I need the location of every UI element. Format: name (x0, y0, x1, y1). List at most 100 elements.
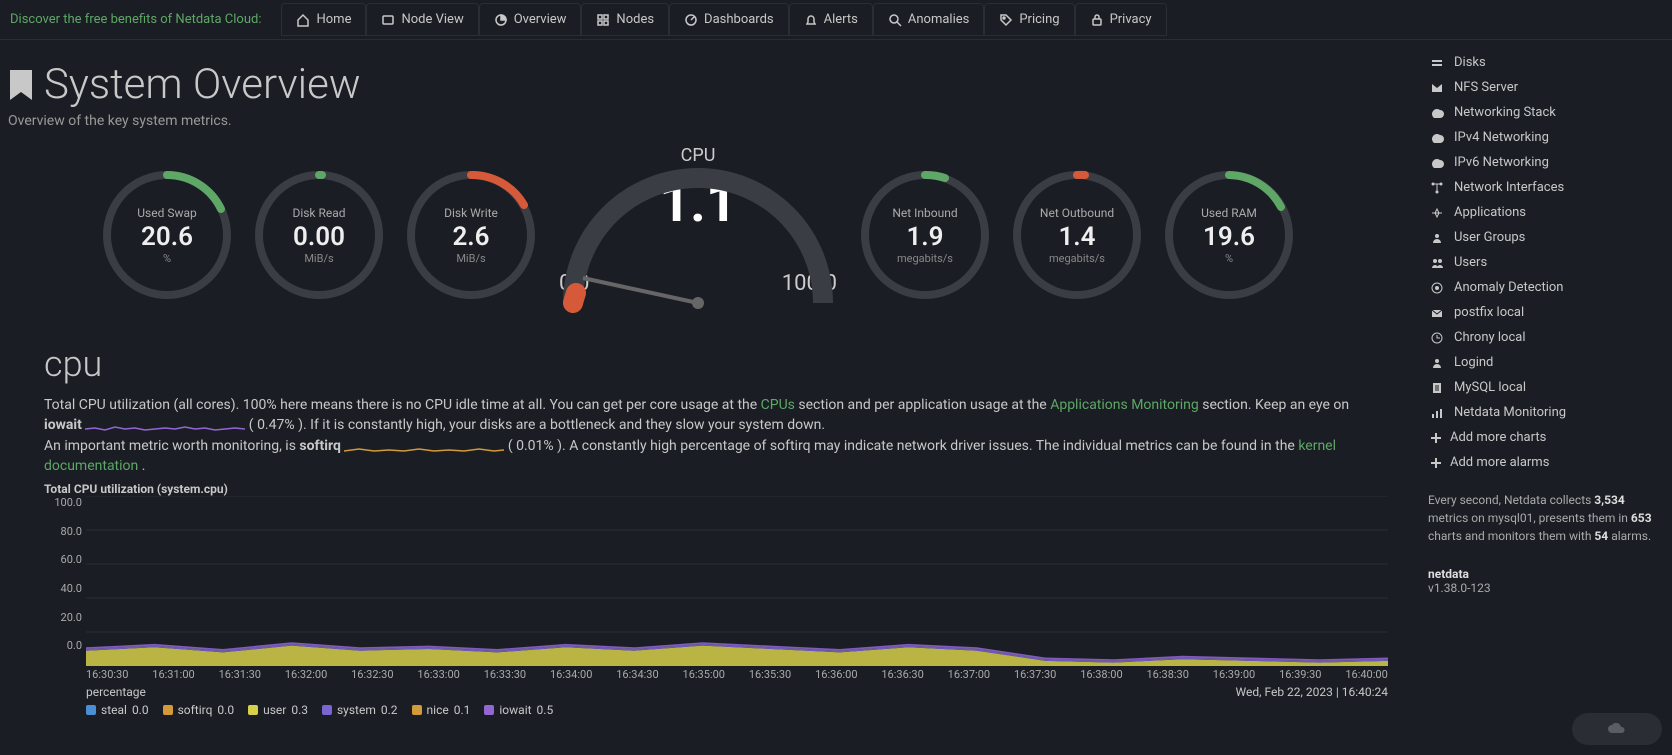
sidebar-item-label: User Groups (1454, 230, 1525, 245)
nav-tab-node-view[interactable]: Node View (366, 3, 478, 36)
gauge-used-swap[interactable]: Used Swap 20.6 % (97, 165, 237, 305)
legend-value: 0.0 (217, 703, 234, 717)
nav-tabs: Home Node View Overview Nodes Dashboards… (281, 3, 1166, 36)
sidebar-item-netdata-monitoring[interactable]: Netdata Monitoring (1428, 400, 1656, 425)
nav-tab-alerts[interactable]: Alerts (789, 3, 873, 36)
legend-item-steal[interactable]: steal 0.0 (86, 703, 149, 717)
sidebar-item-anomaly-detection[interactable]: Anomaly Detection (1428, 275, 1656, 300)
legend-item-system[interactable]: system 0.2 (322, 703, 398, 717)
legend-swatch (163, 705, 173, 715)
gauge-disk-read[interactable]: Disk Read 0.00 MiB/s (249, 165, 389, 305)
chart-legend: steal 0.0 softirq 0.0 user 0.3 system 0.… (86, 703, 1388, 717)
nav-tab-label: Node View (401, 12, 463, 27)
sidebar-item-logind[interactable]: Logind (1428, 350, 1656, 375)
sidebar-item-icon (1430, 256, 1444, 270)
sidebar-item-icon (1430, 381, 1444, 395)
sidebar-item-label: Users (1454, 255, 1487, 270)
nav-tab-overview[interactable]: Overview (479, 3, 582, 36)
add-more-alarms-button[interactable]: Add more alarms (1428, 450, 1656, 475)
y-tick: 80.0 (61, 525, 82, 538)
x-tick: 16:40:00 (1345, 668, 1387, 681)
legend-item-user[interactable]: user 0.3 (248, 703, 308, 717)
legend-item-softirq[interactable]: softirq 0.0 (163, 703, 234, 717)
tag-icon (999, 13, 1013, 27)
x-tick: 16:36:00 (815, 668, 857, 681)
chart-series-user (86, 646, 1388, 666)
lock-icon (1090, 13, 1104, 27)
x-tick: 16:31:30 (219, 668, 261, 681)
legend-name: softirq (178, 703, 213, 717)
nav-tab-label: Privacy (1110, 12, 1152, 27)
nav-tab-privacy[interactable]: Privacy (1075, 3, 1167, 36)
gauge-net-outbound[interactable]: Net Outbound 1.4 megabits/s (1007, 165, 1147, 305)
sidebar-item-icon (1430, 181, 1444, 195)
page-subtitle: Overview of the key system metrics. (8, 113, 1388, 129)
sidebar-item-label: Disks (1454, 55, 1486, 70)
sidebar-item-ipv6-networking[interactable]: IPv6 Networking (1428, 150, 1656, 175)
cloud-icon (1607, 719, 1627, 739)
add-more-charts-button[interactable]: Add more charts (1428, 425, 1656, 450)
sidebar-item-label: MySQL local (1454, 380, 1526, 395)
sidebar-item-label: Chrony local (1454, 330, 1525, 345)
sidebar-item-applications[interactable]: Applications (1428, 200, 1656, 225)
gauge-net-inbound[interactable]: Net Inbound 1.9 megabits/s (855, 165, 995, 305)
sidebar-item-nfs-server[interactable]: NFS Server (1428, 75, 1656, 100)
nodes-icon (596, 13, 610, 27)
x-tick: 16:37:30 (1014, 668, 1056, 681)
plus-icon (1430, 432, 1442, 444)
x-tick: 16:32:30 (351, 668, 393, 681)
link-applications-monitoring[interactable]: Applications Monitoring (1050, 397, 1199, 413)
sidebar-item-icon (1430, 131, 1444, 145)
nav-tab-label: Nodes (616, 12, 654, 27)
legend-value: 0.3 (291, 703, 308, 717)
legend-item-iowait[interactable]: iowait 0.5 (484, 703, 553, 717)
nav-tab-label: Alerts (824, 12, 858, 27)
sidebar-item-postfix-local[interactable]: postfix local (1428, 300, 1656, 325)
iowait-sparkline (85, 419, 245, 433)
sidebar-item-label: IPv6 Networking (1454, 155, 1549, 170)
topbar: Discover the free benefits of Netdata Cl… (0, 0, 1672, 40)
sidebar-item-network-interfaces[interactable]: Network Interfaces (1428, 175, 1656, 200)
sidebar-item-chrony-local[interactable]: Chrony local (1428, 325, 1656, 350)
sidebar-item-label: NFS Server (1454, 80, 1518, 95)
dashboards-icon (684, 13, 698, 27)
legend-name: nice (427, 703, 449, 717)
x-tick: 16:34:30 (616, 668, 658, 681)
x-tick: 16:31:00 (152, 668, 194, 681)
sidebar-item-icon (1430, 406, 1444, 420)
x-tick: 16:33:30 (484, 668, 526, 681)
cpu-chart[interactable]: Total CPU utilization (system.cpu) 100.0… (44, 482, 1388, 717)
cloud-promo-link[interactable]: Discover the free benefits of Netdata Cl… (10, 12, 261, 27)
nav-tab-label: Anomalies (908, 12, 969, 27)
legend-name: user (263, 703, 286, 717)
nav-tab-pricing[interactable]: Pricing (984, 3, 1074, 36)
sidebar-item-networking-stack[interactable]: Networking Stack (1428, 100, 1656, 125)
x-tick: 16:38:00 (1080, 668, 1122, 681)
nav-tab-home[interactable]: Home (281, 3, 366, 36)
chart-plot[interactable] (86, 496, 1388, 666)
bookmark-icon (8, 68, 34, 102)
gauge-disk-write[interactable]: Disk Write 2.6 MiB/s (401, 165, 541, 305)
node-icon (381, 13, 395, 27)
link-cpus[interactable]: CPUs (761, 397, 795, 413)
gauge-used-ram[interactable]: Used RAM 19.6 % (1159, 165, 1299, 305)
nav-tab-anomalies[interactable]: Anomalies (873, 3, 984, 36)
overview-icon (494, 13, 508, 27)
legend-name: steal (101, 703, 127, 717)
legend-swatch (248, 705, 258, 715)
sidebar-item-mysql-local[interactable]: MySQL local (1428, 375, 1656, 400)
sidebar-item-user-groups[interactable]: User Groups (1428, 225, 1656, 250)
corner-badge (1572, 713, 1662, 745)
sidebar-item-users[interactable]: Users (1428, 250, 1656, 275)
nav-tab-label: Dashboards (704, 12, 774, 27)
sidebar-item-label: Networking Stack (1454, 105, 1556, 120)
x-tick: 16:39:30 (1279, 668, 1321, 681)
legend-item-nice[interactable]: nice 0.1 (412, 703, 471, 717)
sidebar-item-disks[interactable]: Disks (1428, 50, 1656, 75)
x-tick: 16:36:30 (881, 668, 923, 681)
gauge-cpu[interactable]: CPU 1.1 0.0 100.0 % (553, 145, 843, 325)
nav-tab-nodes[interactable]: Nodes (581, 3, 669, 36)
legend-name: system (337, 703, 376, 717)
nav-tab-dashboards[interactable]: Dashboards (669, 3, 789, 36)
sidebar-item-ipv4-networking[interactable]: IPv4 Networking (1428, 125, 1656, 150)
